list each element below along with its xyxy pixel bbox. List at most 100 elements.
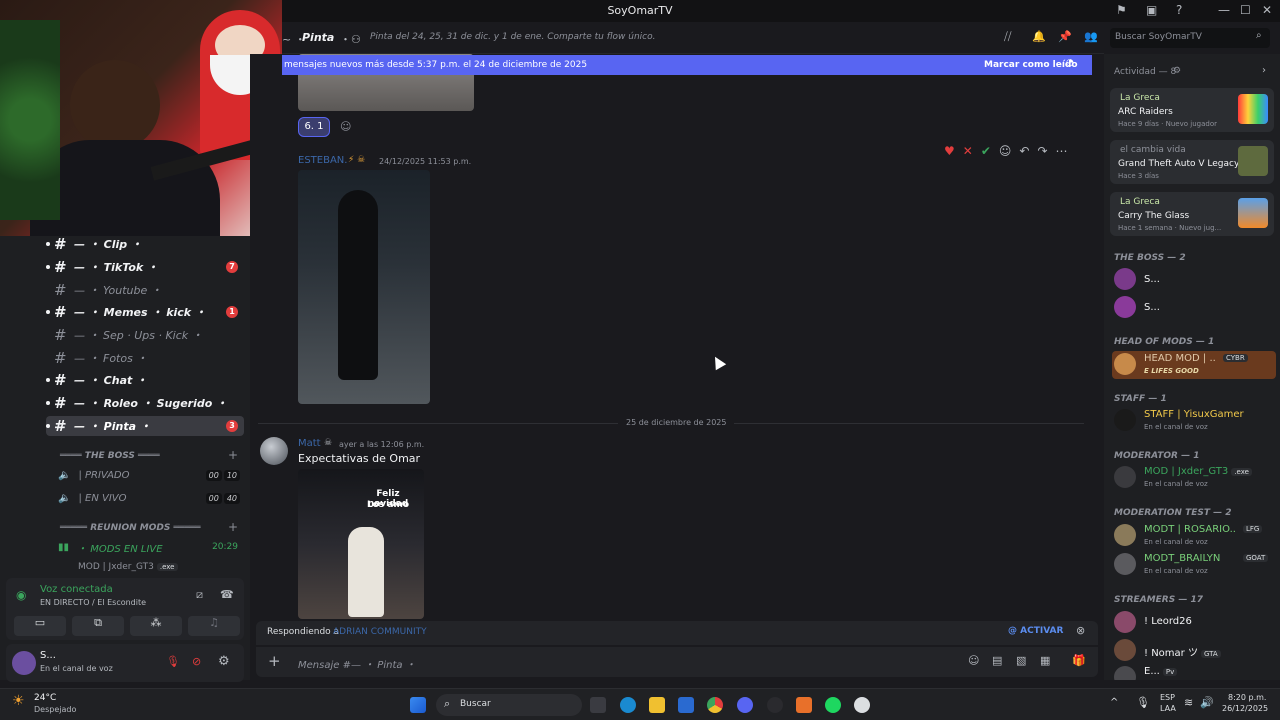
message-author[interactable]: ESTEBAN. — [298, 155, 347, 166]
headphones-muted-icon[interactable]: ⊘ — [192, 655, 201, 668]
camera-off-button[interactable]: ▭ — [14, 616, 66, 636]
windows-start-icon[interactable] — [410, 697, 426, 713]
clock-time[interactable]: 8:20 p.m. — [1228, 693, 1266, 702]
member-item[interactable]: HEAD MOD | ... CYBR E LIFES GOOD — [1112, 351, 1276, 379]
microphone-icon[interactable]: 🎙 — [1136, 696, 1150, 709]
help-icon[interactable]: ? — [1176, 3, 1182, 17]
reply-icon[interactable]: ↶ — [1019, 144, 1029, 158]
voice-channel-live[interactable]: 🔈 | EN VIVO 00 40 — [58, 488, 240, 508]
screen-share-button[interactable]: ⧉ — [72, 616, 124, 636]
member-item[interactable]: STAFF | YisuxGamer En el canal de voz — [1112, 407, 1276, 435]
store-icon[interactable] — [678, 697, 694, 713]
voice-channel-mods-live[interactable]: ▮▮ ・ MODS EN LIVE 20:29 — [58, 537, 240, 557]
member-item[interactable]: S... — [1112, 294, 1276, 322]
inbox-icon[interactable]: ⚑ — [1116, 3, 1127, 17]
screen-icon[interactable]: ▣ — [1146, 3, 1157, 17]
avatar[interactable] — [12, 651, 36, 675]
add-channel-icon[interactable]: + — [228, 448, 238, 462]
channel-item[interactable]: # — ・ Youtube ・ — [46, 280, 244, 300]
language-1[interactable]: ESP — [1160, 693, 1175, 702]
spotify-icon[interactable] — [825, 697, 841, 713]
chrome-icon[interactable] — [707, 697, 723, 713]
edge-icon[interactable] — [620, 697, 636, 713]
channel-item[interactable]: # — ・ Chat ・ — [46, 370, 244, 390]
chevron-right-icon[interactable]: › — [1262, 65, 1266, 76]
category-the-boss[interactable]: ════ THE BOSS ════ — [60, 451, 160, 461]
channel-item-active[interactable]: # — ・ Pinta ・ 3 — [46, 416, 244, 436]
language-2[interactable]: LAA — [1160, 704, 1176, 713]
weather-icon[interactable]: ☀ — [12, 693, 25, 709]
member-item[interactable]: ! Nomar ツ GTA — [1112, 637, 1276, 665]
channel-item[interactable]: # — ・ Fotos ・ — [46, 348, 244, 368]
disconnect-icon[interactable]: ☎ — [220, 588, 234, 601]
heart-react-icon[interactable]: ♥ — [944, 144, 955, 158]
chevron-up-icon[interactable]: ^ — [1110, 697, 1118, 708]
emoji-picker-icon[interactable]: ▦ — [1040, 654, 1050, 667]
member-item[interactable]: MODT | ROSARIO... LFG En el canal de voz — [1112, 522, 1276, 550]
message-author[interactable]: Matt — [298, 438, 321, 449]
channel-item[interactable]: # — ・ Sep · Ups · Kick ・ — [46, 325, 244, 345]
activity-card[interactable]: el cambia vida Grand Theft Auto V Legacy… — [1110, 140, 1274, 184]
add-channel-icon[interactable]: + — [228, 520, 238, 534]
new-messages-banner[interactable]: mensajes nuevos más desde 5:37 p.m. el 2… — [282, 55, 1092, 75]
mention-toggle[interactable]: @ ACTIVAR — [1008, 626, 1063, 636]
gif-icon[interactable]: ▤ — [992, 654, 1002, 667]
volume-icon[interactable]: 🔊 — [1200, 696, 1214, 709]
category-reunion-mods[interactable]: ═════ REUNION MODS ═════ — [60, 523, 201, 533]
threads-icon[interactable]: ⧸⧸ — [1004, 30, 1011, 44]
voice-channel-private[interactable]: 🔈 | PRIVADO 00 10 — [58, 465, 240, 485]
channel-item[interactable]: # — ・ TikTok ・ 7 — [46, 257, 244, 277]
reaction-chip[interactable]: 6. 1 — [298, 117, 330, 137]
clock-date[interactable]: 26/12/2025 — [1222, 704, 1268, 713]
voice-member[interactable]: MOD | Jxder_GT3 .exe — [78, 562, 178, 572]
taskbar-search[interactable]: ⌕ Buscar — [436, 694, 582, 716]
gear-icon[interactable]: ⚙ — [218, 654, 230, 669]
more-icon[interactable]: ⋯ — [1056, 144, 1068, 158]
add-attachment-icon[interactable]: + — [268, 652, 281, 670]
message-image[interactable]: Feliz navidad Los amo — [298, 469, 424, 619]
channel-item[interactable]: # — ・ Roleo ・ Sugerido ・ — [46, 393, 244, 413]
sticker-icon[interactable]: ▧ — [1016, 654, 1026, 667]
channel-item[interactable]: # — ・ Memes ・ kick ・ 1 — [46, 302, 244, 322]
cancel-reply-icon[interactable]: ⊗ — [1076, 624, 1085, 637]
activity-card[interactable]: La Greca Carry The Glass Hace 1 semana ·… — [1110, 192, 1274, 236]
pin-icon[interactable]: 📌 — [1058, 30, 1072, 43]
activity-card[interactable]: La Greca ARC Raiders Hace 9 días · Nuevo… — [1110, 88, 1274, 132]
wifi-icon[interactable]: ≋ — [1184, 696, 1193, 709]
noise-suppression-icon[interactable]: ⧄ — [196, 588, 203, 602]
app-icon[interactable] — [854, 697, 870, 713]
channel-topic[interactable]: Pinta del 24, 25, 31 de dic. y 1 de ene.… — [370, 32, 655, 42]
close-button[interactable]: ✕ — [1262, 3, 1272, 17]
soundboard-button[interactable]: ♫ — [188, 616, 240, 636]
x-react-icon[interactable]: ✕ — [963, 144, 973, 158]
signal-icon[interactable]: ◉ — [16, 588, 26, 602]
add-reaction-icon[interactable]: ☺ — [340, 120, 351, 133]
task-view-icon[interactable] — [590, 697, 606, 713]
message-image[interactable] — [298, 170, 430, 404]
app-icon[interactable] — [796, 697, 812, 713]
emoji-icon[interactable]: ☺ — [999, 144, 1012, 158]
maximize-button[interactable]: ☐ — [1240, 3, 1251, 17]
message-composer[interactable]: + Mensaje #— ・ Pinta ・ ☺ ▤ ▧ ▦ 🎁 — [256, 647, 1098, 677]
members-icon[interactable]: 👥 — [1084, 30, 1098, 43]
member-item[interactable]: E... Pv — [1112, 664, 1276, 680]
bell-icon[interactable]: 🔔 — [1032, 30, 1046, 43]
search-input[interactable]: Buscar SoyOmarTV ⌕ — [1110, 28, 1270, 48]
forward-icon[interactable]: ↷ — [1037, 144, 1047, 158]
reply-target[interactable]: ADRIAN COMMUNITY — [333, 627, 427, 637]
member-item[interactable]: MOD | Jxder_GT3 .exe En el canal de voz — [1112, 464, 1276, 492]
voice-location[interactable]: EN DIRECTO / El Escondite — [40, 598, 146, 607]
apps-icon[interactable]: ☺ — [968, 654, 979, 667]
member-item[interactable]: S... — [1112, 266, 1276, 294]
member-item[interactable]: MODT_BRAILYN GOAT En el canal de voz — [1112, 551, 1276, 579]
file-explorer-icon[interactable] — [649, 697, 665, 713]
mark-read-button[interactable]: Marcar como leído — [984, 60, 1078, 70]
avatar[interactable] — [260, 437, 288, 465]
member-item[interactable]: ! Leord26 — [1112, 609, 1276, 637]
channel-item[interactable]: # — ・ Clip ・ — [46, 234, 244, 254]
mic-muted-icon[interactable]: 🎙 — [166, 655, 180, 668]
obs-icon[interactable] — [767, 697, 783, 713]
minimize-button[interactable]: — — [1218, 3, 1230, 17]
check-react-icon[interactable]: ✔ — [981, 144, 991, 158]
discord-icon[interactable] — [737, 697, 753, 713]
